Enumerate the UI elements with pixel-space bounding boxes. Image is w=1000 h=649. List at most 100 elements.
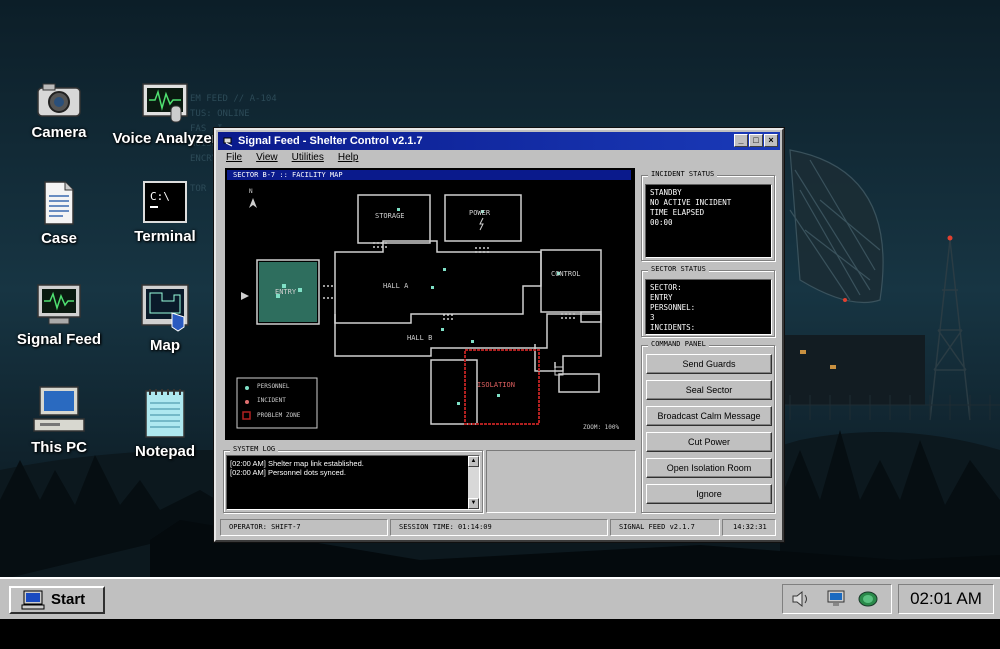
personnel-value: 3 [650,313,655,322]
desktop-icon-notepad[interactable]: Notepad [110,385,220,460]
desktop-icon-label: Camera [31,124,87,141]
menu-view[interactable]: View [256,152,278,163]
incidents-label: INCIDENTS: [650,323,696,332]
window-title-bar[interactable]: Signal Feed - Shelter Control v2.1.7 _ □… [218,132,780,150]
open-isolation-room-button[interactable]: Open Isolation Room [646,458,772,478]
room-label-entry: ENTRY [275,288,297,296]
close-button[interactable]: × [764,134,778,147]
status-operator: OPERATOR: SHIFT-7 [220,519,388,536]
desktop-icon-camera[interactable]: Camera [4,80,114,141]
map-canvas [236,194,602,429]
map-zoom-readout: ZOOM: 100% [583,424,620,431]
sector-status-title: SECTOR STATUS [648,265,709,273]
seal-sector-button[interactable]: Seal Sector [646,380,772,400]
status-bar: OPERATOR: SHIFT-7 SESSION TIME: 01:14:09… [220,519,776,536]
desktop-icon-label: Voice Analyzer [112,130,218,147]
status-version: SIGNAL FEED v2.1.7 [610,519,720,536]
map-north-label: N [249,188,253,195]
room-label-power: POWER [469,209,491,217]
start-button[interactable]: Start [9,586,105,614]
sector-status-display: SECTOR: ENTRY PERSONNEL: 3 INCIDENTS: [645,279,772,335]
room-label-control: CONTROL [551,270,581,278]
desktop-icon-label: Map [150,337,180,354]
sector-label: SECTOR: [650,283,682,292]
empty-panel [486,450,636,513]
menu-utilities[interactable]: Utilities [292,152,324,163]
terminal-icon: C:\ [143,181,187,223]
scroll-down-icon[interactable]: ▼ [468,498,479,509]
desktop-icon-map[interactable]: Map [110,283,220,354]
desktop-icon-voice-analyzer[interactable]: Voice Analyzer [110,82,220,147]
desktop-icon-terminal[interactable]: C:\ Terminal [110,180,220,245]
desktop-icon-label: This PC [31,439,87,456]
screen-bottom-bezel [0,619,1000,649]
shelter-control-window: Signal Feed - Shelter Control v2.1.7 _ □… [214,128,784,542]
system-tray [782,584,892,614]
taskbar-clock: 02:01 AM [898,584,994,614]
send-guards-button[interactable]: Send Guards [646,354,772,374]
computer-icon [33,386,85,432]
menu-bar: File View Utilities Help [226,152,358,163]
desktop-icon-case[interactable]: Case [4,180,114,247]
room-label-storage: STORAGE [375,212,405,220]
scroll-up-icon[interactable]: ▲ [468,456,479,467]
facility-map[interactable]: SECTOR B-7 :: FACILITY MAP N STORAGE POW… [225,168,635,440]
desktop-icon-label: Terminal [134,228,196,245]
start-computer-icon [21,590,45,610]
voice-analyzer-icon [142,83,188,123]
start-label: Start [51,591,86,608]
log-entry: [02:00 AM] Shelter map link established. [230,459,364,468]
time-elapsed-value: 00:00 [650,218,673,227]
legend-personnel: PERSONNEL [257,383,290,390]
sector-status-group: SECTOR STATUS SECTOR: ENTRY PERSONNEL: 3… [641,265,775,337]
status-session-time: SESSION TIME: 01:14:09 [390,519,608,536]
power-bolt-icon [479,217,484,231]
maximize-button[interactable]: □ [749,134,763,147]
window-title: Signal Feed - Shelter Control v2.1.7 [238,135,423,147]
speaker-icon[interactable] [791,590,811,608]
room-label-isolation: ISOLATION [477,381,515,389]
menu-file[interactable]: File [226,152,242,163]
entry-arrow-icon [241,292,249,300]
system-log-output[interactable]: [02:00 AM] Shelter map link established.… [226,455,480,510]
desktop-icon-label: Case [41,230,77,247]
system-log-title: SYSTEM LOG [230,445,279,453]
incident-state: STANDBY [650,188,682,197]
personnel-label: PERSONNEL: [650,303,696,312]
incident-status-group: INCIDENT STATUS STANDBY NO ACTIVE INCIDE… [641,170,775,261]
incident-status-title: INCIDENT STATUS [648,170,718,178]
ignore-button[interactable]: Ignore [646,484,772,504]
document-icon [44,181,74,225]
desktop-icon-signal-feed[interactable]: Signal Feed [4,283,114,348]
room-label-hall-a: HALL A [383,282,409,290]
taskbar: Start 02:01 AM [0,577,1000,619]
incident-message: NO ACTIVE INCIDENT [650,198,732,207]
legend-incident: INCIDENT [257,397,286,404]
room-hall-a [334,240,542,324]
desktop-icon-label: Notepad [135,443,195,460]
log-entry: [02:00 AM] Personnel dots synced. [230,468,346,477]
network-icon[interactable] [825,590,847,608]
desktop-icon-this-pc[interactable]: This PC [4,385,114,456]
signal-monitor-icon [37,284,81,325]
svg-text:C:\: C:\ [150,190,170,203]
map-icon [141,284,189,332]
incident-status-display: STANDBY NO ACTIVE INCIDENT TIME ELAPSED … [645,184,772,258]
globe-icon[interactable] [857,590,879,608]
app-icon [223,137,233,147]
minimize-button[interactable]: _ [734,134,748,147]
legend-problem-zone: PROBLEM ZONE [257,412,301,419]
sector-value: ENTRY [650,293,673,302]
desktop-icon-label: Signal Feed [16,331,102,348]
room-control [540,249,602,313]
broadcast-calm-message-button[interactable]: Broadcast Calm Message [646,406,772,426]
time-elapsed-label: TIME ELAPSED [650,208,705,217]
room-label-hall-b: HALL B [407,334,433,342]
cut-power-button[interactable]: Cut Power [646,432,772,452]
camera-icon [37,83,81,117]
notepad-icon [145,389,185,438]
command-panel-title: COMMAND PANEL [648,340,709,348]
status-clock: 14:32:31 [722,519,776,536]
menu-help[interactable]: Help [338,152,359,163]
log-scrollbar[interactable]: ▲ ▼ [468,456,479,509]
